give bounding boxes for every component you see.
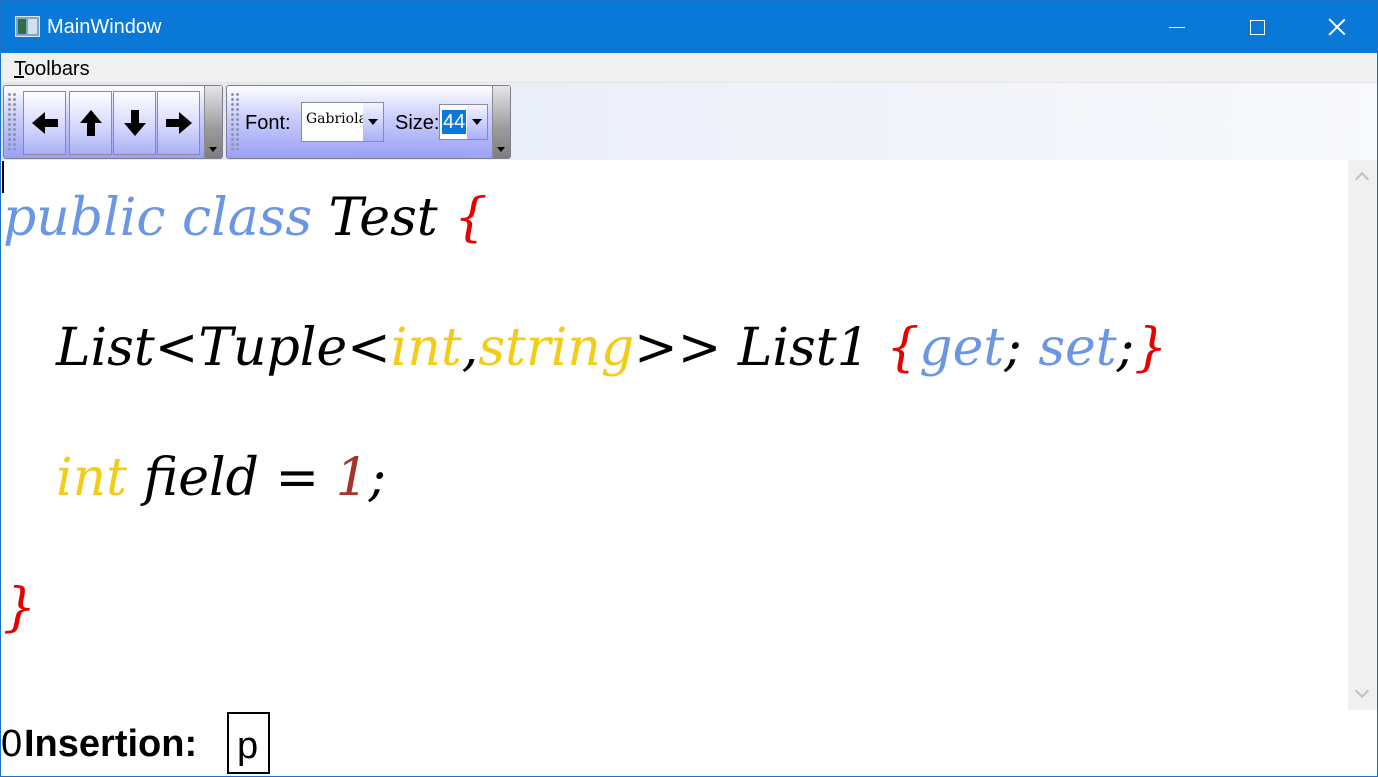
font-family-combobox[interactable]: Gabriola	[301, 102, 384, 142]
app-window-icon[interactable]	[15, 16, 40, 37]
insertion-char-box: p	[227, 712, 270, 774]
brace-token: }	[3, 578, 37, 638]
identifier-token: >> List1	[634, 318, 887, 378]
title-bar[interactable]: MainWindow	[1, 1, 1377, 53]
identifier-token: field =	[127, 448, 336, 508]
menu-toolbars-accelerator: T	[14, 58, 24, 80]
keyword-token: get	[919, 318, 1005, 378]
punctuation-token: ,	[461, 318, 479, 378]
arrow-down-icon	[123, 110, 146, 136]
code-editor[interactable]: public class Test { List<Tuple<int,strin…	[1, 160, 1348, 710]
insertion-char: p	[237, 725, 259, 767]
scroll-down-icon[interactable]	[1354, 683, 1370, 699]
font-size-value[interactable]: 44	[442, 110, 467, 134]
menu-toolbars-label: oolbars	[24, 58, 90, 80]
brace-token: {	[886, 318, 920, 378]
font-label: Font:	[245, 112, 291, 134]
minimize-icon	[1169, 26, 1185, 28]
brace-token: }	[1134, 318, 1168, 378]
status-line: 0 Insertion: p	[1, 710, 1377, 776]
vertical-scrollbar[interactable]	[1348, 160, 1377, 710]
identifier-token: List<Tuple<	[56, 318, 391, 378]
code-line-2: List<Tuple<int,string>> List1 {get; set;…	[56, 318, 1167, 378]
font-size-combobox[interactable]: 44	[439, 104, 488, 140]
navigation-toolbar	[3, 85, 223, 159]
chevron-down-icon[interactable]	[363, 103, 383, 141]
main-window: MainWindow Toolbars Font: Gabriola Size:…	[0, 0, 1378, 777]
close-icon	[1328, 18, 1346, 36]
toolbar-overflow-button[interactable]	[492, 86, 510, 158]
toolbar-grip-handle[interactable]	[230, 92, 240, 150]
keyword-token: class	[181, 188, 313, 248]
punctuation-token: ;	[1116, 318, 1135, 378]
code-line-4: }	[3, 578, 36, 638]
identifier-token: Test	[328, 188, 438, 248]
window-title: MainWindow	[47, 16, 162, 38]
toolbar-overflow-button[interactable]	[204, 86, 222, 158]
keyword-token: public	[3, 188, 166, 248]
punctuation-token: ;	[1004, 318, 1039, 378]
maximize-icon	[1249, 19, 1265, 35]
brace-token: {	[454, 188, 488, 248]
arrow-left-icon	[31, 112, 58, 134]
font-toolbar: Font: Gabriola Size: 44	[226, 85, 511, 159]
move-down-button[interactable]	[113, 91, 156, 155]
size-label: Size:	[395, 112, 440, 134]
insertion-count: 0	[1, 723, 23, 765]
minimize-button[interactable]	[1137, 1, 1217, 53]
move-left-button[interactable]	[23, 91, 66, 155]
move-right-button[interactable]	[157, 91, 200, 155]
overflow-arrow-icon	[497, 147, 505, 152]
code-line-1: public class Test {	[3, 188, 487, 248]
toolbar-grip-handle[interactable]	[7, 92, 17, 150]
maximize-button[interactable]	[1217, 1, 1297, 53]
insertion-label: Insertion:	[24, 723, 198, 765]
code-line-3: int field = 1;	[56, 448, 386, 508]
type-token: int	[56, 448, 128, 508]
menu-bar: Toolbars	[1, 53, 1377, 83]
font-family-value: Gabriola	[306, 111, 367, 127]
close-button[interactable]	[1297, 1, 1377, 53]
punctuation-token: ;	[368, 448, 387, 508]
arrow-up-icon	[79, 110, 102, 136]
overflow-arrow-icon	[209, 147, 217, 152]
arrow-right-icon	[165, 112, 192, 134]
type-token: string	[478, 318, 635, 378]
type-token: int	[390, 318, 462, 378]
menu-toolbars[interactable]: Toolbars	[14, 58, 90, 80]
number-token: 1	[335, 448, 369, 508]
move-up-button[interactable]	[69, 91, 112, 155]
keyword-token: set	[1038, 318, 1117, 378]
chevron-down-icon[interactable]	[467, 105, 487, 139]
toolbar-tray: Font: Gabriola Size: 44	[1, 83, 1377, 160]
scroll-up-icon[interactable]	[1354, 171, 1370, 187]
